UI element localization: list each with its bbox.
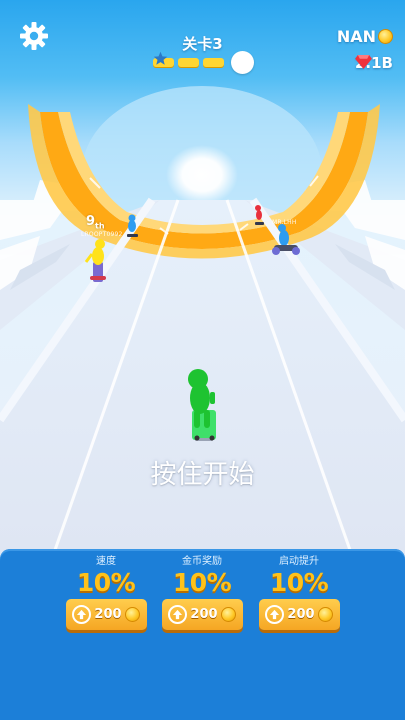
upgrade-speed-price: 200 — [94, 607, 122, 622]
rival-name-tag: MR.LHH — [272, 219, 297, 226]
progress-segment — [203, 58, 224, 67]
upgrade-speed: 速度 10% 200 — [64, 555, 148, 630]
upgrade-arrow-icon — [72, 605, 92, 624]
upgrade-panel: 速度 10% 200 金币奖励 10% 200 启动提升 10% 200 — [0, 549, 405, 720]
upgrade-arrow-icon — [168, 605, 188, 624]
coin-counter: NAN — [337, 27, 393, 46]
progress-segment — [178, 58, 199, 67]
upgrade-coin-bonus: 金币奖励 10% 200 — [160, 555, 244, 630]
game-scene[interactable]: 关卡3 NAN 2.1B 9th LROOPT0992 MR.LHH 按住开始 — [0, 0, 405, 550]
upgrade-start-boost-value: 10% — [269, 568, 329, 597]
upgrade-start-boost: 启动提升 10% 200 — [257, 555, 341, 630]
upgrade-coin-bonus-button[interactable]: 200 — [161, 599, 243, 630]
upgrade-speed-title: 速度 — [96, 556, 116, 567]
upgrade-start-boost-button[interactable]: 200 — [258, 599, 340, 630]
gem-icon — [355, 54, 372, 69]
coin-icon — [220, 607, 236, 622]
coin-icon — [378, 29, 393, 44]
upgrade-coin-bonus-value: 10% — [172, 568, 232, 597]
upgrade-speed-value: 10% — [76, 568, 136, 597]
coin-count: NAN — [336, 27, 376, 46]
rival-name-tag: LROOPT0992 — [81, 231, 123, 238]
upgrade-start-boost-title: 启动提升 — [279, 556, 319, 567]
upgrade-speed-button[interactable]: 200 — [65, 599, 147, 630]
coin-icon — [124, 607, 140, 622]
upgrade-arrow-icon — [265, 605, 285, 624]
gem-counter: 2.1B — [355, 54, 393, 72]
rival-rank-label: 9th — [86, 214, 105, 231]
star-goal-icon — [153, 51, 254, 74]
upgrade-start-boost-price: 200 — [287, 607, 315, 622]
upgrade-coin-bonus-title: 金币奖励 — [182, 556, 222, 567]
upgrade-coin-bonus-price: 200 — [190, 607, 218, 622]
coin-icon — [317, 607, 333, 622]
hold-to-start-hint: 按住开始 — [150, 460, 255, 490]
level-progress-bar — [153, 51, 254, 74]
